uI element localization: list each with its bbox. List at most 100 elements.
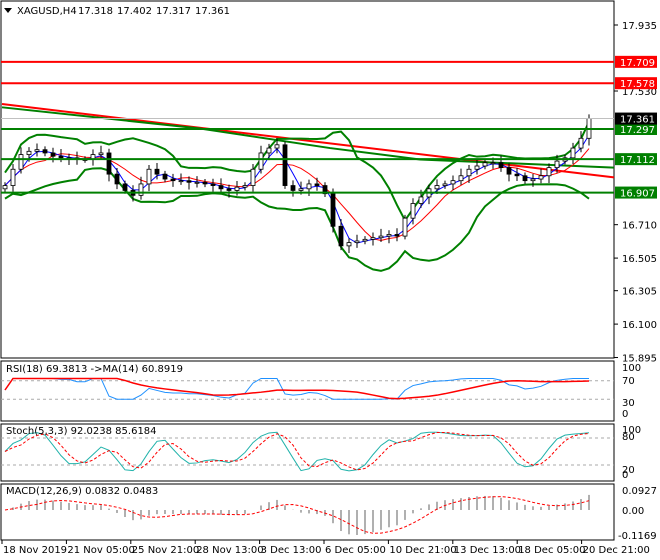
candle-body: [442, 183, 448, 186]
candle-body: [394, 234, 400, 237]
time-tick-label: 18 Dec 05:00: [518, 545, 585, 556]
time-tick-label: 28 Nov 13:00: [196, 545, 263, 556]
candle-body: [362, 238, 368, 242]
candle-body: [570, 147, 576, 159]
macd-tick-zero: 0.00: [622, 506, 644, 517]
time-tick-label: 3 Dec 13:00: [261, 545, 322, 556]
candle-body: [162, 173, 168, 180]
stoch-label: Stoch(5,3,3) 92.0238 85.6184: [6, 426, 157, 437]
candle-body: [34, 149, 40, 152]
candle-body: [186, 180, 192, 183]
candle-body: [10, 168, 16, 186]
candle-body: [26, 150, 32, 155]
candle-body: [210, 183, 216, 186]
candle-body: [546, 167, 552, 177]
close-value: 17.361: [195, 6, 230, 17]
rsi-label: RSI(18) 69.3813 ->MA(14) 60.8919: [6, 364, 183, 375]
candle-body: [146, 168, 152, 185]
candle-body: [290, 185, 296, 191]
candle-body: [314, 183, 320, 186]
stoch-tick-0: 0: [622, 470, 628, 481]
price-tick-label: 16.505: [622, 254, 657, 265]
rsi-tick-30: 30: [622, 398, 635, 409]
candle-body: [98, 152, 104, 155]
candle-body: [258, 152, 264, 170]
time-tick-label: 20 Dec 21:00: [583, 545, 650, 556]
candle-body: [154, 168, 160, 175]
macd-tick-min: -0.1169: [618, 531, 657, 542]
candle-body: [538, 175, 544, 180]
candle-body: [18, 154, 24, 170]
candle-body: [418, 196, 424, 204]
price-tick-label: 17.935: [622, 21, 657, 32]
candle-body: [298, 188, 304, 191]
candle-body: [218, 185, 224, 190]
candle-body: [306, 183, 312, 190]
candle-body: [354, 240, 360, 244]
candle-body: [114, 173, 120, 185]
candle-body: [554, 160, 560, 169]
resistance-level-label: 17.709: [620, 58, 655, 69]
rsi-tick-0: 0: [622, 409, 628, 420]
candle-body: [122, 183, 128, 191]
candle-body: [282, 144, 288, 186]
macd-label: MACD(12,26,9) 0.0832 0.0483: [6, 486, 158, 497]
open-value: 17.318: [78, 6, 113, 17]
time-tick-label: 18 Nov 2019: [3, 545, 67, 556]
time-tick-label: 6 Dec 05:00: [325, 545, 386, 556]
support-level-label: 17.112: [620, 155, 655, 166]
time-tick-label: 13 Dec 13:00: [454, 545, 521, 556]
candle-body: [266, 147, 272, 154]
rsi-tick-70: 70: [622, 376, 635, 387]
time-tick-label: 25 Nov 21:00: [132, 545, 199, 556]
candle-body: [402, 217, 408, 237]
macd-tick-max: 0.0927: [622, 486, 657, 497]
trading-chart[interactable]: 17.93517.53016.71016.50516.30516.10015.8…: [0, 0, 660, 560]
candle-body: [474, 165, 480, 170]
candle-body: [370, 237, 376, 240]
resistance-level-label: 17.578: [620, 79, 655, 90]
candle-body: [506, 167, 512, 175]
candle-body: [522, 175, 528, 182]
candle-body: [170, 178, 176, 182]
candle-body: [386, 234, 392, 237]
candle-body: [490, 162, 496, 165]
candle-body: [250, 168, 256, 186]
candle-body: [498, 162, 504, 169]
candle-body: [234, 186, 240, 191]
candle-body: [330, 193, 336, 227]
candle-body: [338, 225, 344, 247]
support-level-label: 17.297: [620, 125, 655, 136]
candle-body: [42, 149, 48, 154]
high-value: 17.402: [117, 6, 152, 17]
time-tick-label: 21 Nov 05:00: [67, 545, 134, 556]
time-tick-label: 10 Dec 21:00: [389, 545, 456, 556]
candle-body: [434, 185, 440, 190]
candle-body: [58, 155, 64, 159]
candle-body: [410, 203, 416, 219]
candle-body: [578, 137, 584, 149]
price-tick-label: 16.305: [622, 287, 657, 298]
symbol-label: XAGUSD,H4: [17, 6, 77, 17]
candle-body: [226, 188, 232, 191]
rsi-tick-100: 100: [622, 363, 641, 374]
candle-body: [178, 180, 184, 183]
candle-body: [514, 173, 520, 177]
candle-body: [450, 180, 456, 185]
candle-body: [346, 242, 352, 247]
candle-body: [466, 168, 472, 177]
support-level-label: 16.907: [620, 189, 655, 200]
candle-body: [138, 183, 144, 196]
price-tick-label: 16.100: [622, 320, 657, 331]
candle-body: [202, 181, 208, 185]
candle-body: [242, 185, 248, 188]
candle-body: [274, 144, 280, 149]
candle-body: [482, 162, 488, 167]
price-tick-label: 16.710: [622, 221, 657, 232]
candle-body: [458, 175, 464, 182]
candle-body: [2, 185, 8, 190]
candle-body: [106, 152, 112, 175]
current-price-label: 17.361: [620, 115, 655, 126]
low-value: 17.317: [156, 6, 191, 17]
candle-body: [378, 235, 384, 239]
